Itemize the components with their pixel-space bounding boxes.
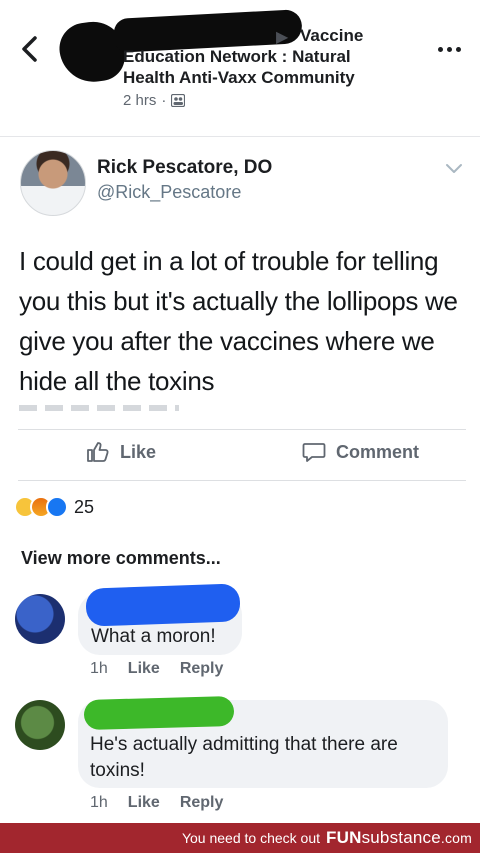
- post-actions: Like Comment: [0, 432, 480, 478]
- post-meta: 2 hrs ·: [123, 92, 186, 109]
- watermark-brand: FUNsubstance.com: [326, 828, 472, 848]
- comment-text: What a moron!: [91, 626, 216, 647]
- view-more-comments-link[interactable]: View more comments...: [21, 548, 221, 569]
- post-time[interactable]: 2 hrs: [123, 92, 156, 109]
- brand-regular: substance: [361, 828, 441, 847]
- brand-suffix: .com: [440, 830, 472, 846]
- divider: [18, 429, 466, 430]
- commenter-avatar[interactable]: [15, 700, 65, 750]
- more-dot-icon: [456, 46, 461, 52]
- comment-meta: 1h Like Reply: [90, 794, 223, 812]
- comment-bubble-icon: [302, 443, 326, 462]
- like-label: Like: [120, 441, 157, 462]
- back-button[interactable]: [18, 34, 46, 66]
- comment-reply-button[interactable]: Reply: [180, 660, 224, 678]
- thumbs-up-icon: [87, 442, 109, 462]
- chevron-down-icon[interactable]: [444, 163, 464, 175]
- group-title-line: Health Anti-Vaxx Community: [123, 68, 355, 87]
- reactions-summary[interactable]: 25: [14, 496, 94, 518]
- like-reaction-icon: [46, 496, 68, 518]
- group-title[interactable]: Vaccine Education Network : Natural Heal…: [123, 25, 393, 88]
- redacted-commenter-name: [83, 696, 235, 730]
- comment-like-button[interactable]: Like: [128, 794, 160, 812]
- comment-like-button[interactable]: Like: [128, 660, 160, 678]
- more-dot-icon: [447, 46, 452, 52]
- brand-bold: FUN: [326, 828, 362, 847]
- truncated-text-fragment: [19, 405, 179, 411]
- watermark-bar: You need to check out FUNsubstance.com: [0, 823, 480, 853]
- commenter-avatar[interactable]: [15, 594, 65, 644]
- comment-label: Comment: [336, 441, 420, 462]
- chevron-left-icon: [22, 36, 37, 62]
- like-button[interactable]: Like: [86, 440, 156, 464]
- comment-meta: 1h Like Reply: [90, 660, 223, 678]
- group-title-line: Education Network : Natural: [123, 47, 351, 66]
- group-title-line: Vaccine: [300, 26, 364, 45]
- post-header: ▶ Vaccine Education Network : Natural He…: [0, 0, 480, 136]
- comment-button[interactable]: Comment: [302, 440, 419, 464]
- watermark-cta: You need to check out: [181, 830, 321, 846]
- comment-text: He's actually admitting that there are t…: [90, 734, 398, 781]
- comment-time[interactable]: 1h: [90, 794, 108, 812]
- group-audience-icon: [171, 94, 186, 107]
- tweet-author-avatar[interactable]: [20, 150, 86, 216]
- more-dot-icon: [438, 46, 443, 52]
- comment-reply-button[interactable]: Reply: [180, 794, 224, 812]
- meta-separator: ·: [161, 92, 167, 109]
- tweet-author-name[interactable]: Rick Pescatore, DO: [97, 157, 272, 179]
- tweet-text: I could get in a lot of trouble for tell…: [19, 246, 458, 396]
- reaction-count: 25: [74, 496, 95, 517]
- tweet-author-handle[interactable]: @Rick_Pescatore: [97, 182, 241, 203]
- more-options-button[interactable]: [438, 44, 462, 54]
- redacted-commenter-name: [85, 583, 241, 627]
- embedded-tweet[interactable]: Rick Pescatore, DO @Rick_Pescatore I cou…: [0, 137, 480, 415]
- comment-time[interactable]: 1h: [90, 660, 108, 678]
- divider: [18, 480, 466, 481]
